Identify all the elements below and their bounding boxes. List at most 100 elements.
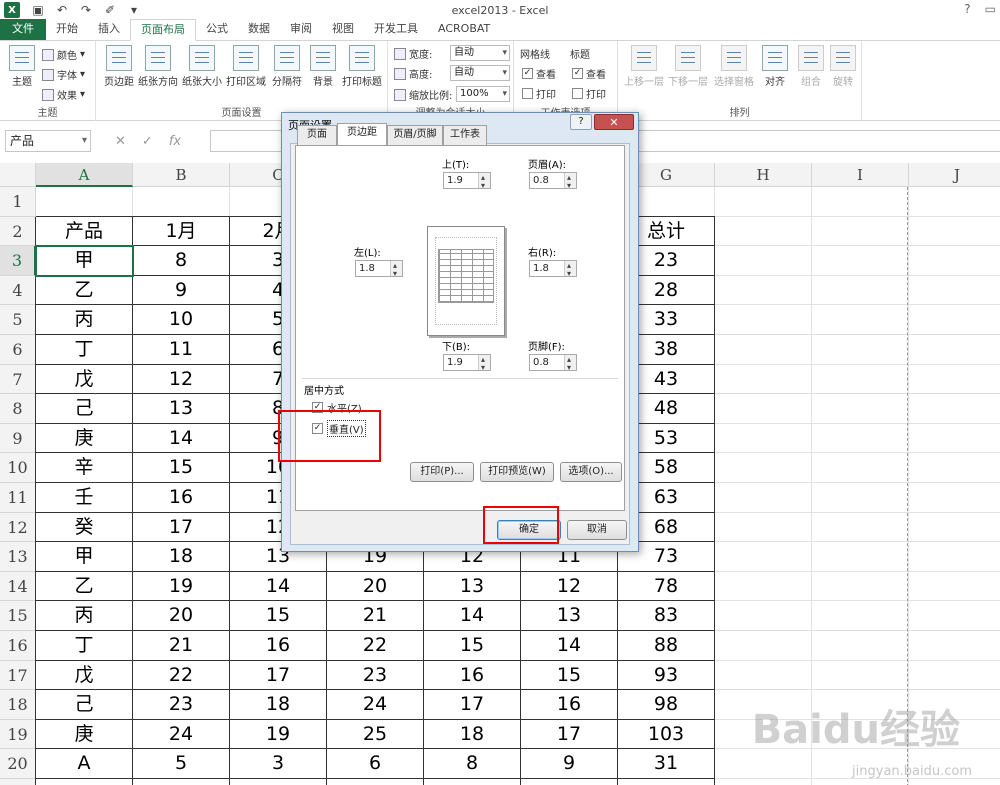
footer-spinner[interactable]: 0.8 [529,352,577,375]
table-cell[interactable]: 癸 [36,512,133,543]
center-vertically-checkbox[interactable]: ✓ 垂直(V) [312,420,366,437]
row-header-15[interactable]: 15 [0,601,36,631]
print-area-button[interactable]: 打印区域 [226,45,266,88]
sheet-cell[interactable] [812,275,909,306]
sheet-cell[interactable] [715,660,812,691]
table-cell[interactable]: 15 [133,453,230,483]
help-icon[interactable]: ? [964,2,970,16]
sheet-cell[interactable] [715,571,812,602]
print-titles-button[interactable]: 打印标题 [340,45,384,88]
table-cell[interactable]: 98 [618,690,715,720]
sheet-cell[interactable] [909,749,1000,779]
effects-button[interactable]: 效果 ▾ [42,87,85,102]
close-icon[interactable]: ✕ [594,114,634,130]
table-cell[interactable]: 6 [327,749,424,779]
top-spinner[interactable]: 1.9 [443,170,491,193]
row-header-8[interactable]: 8 [0,394,36,424]
row-header-18[interactable]: 18 [0,690,36,720]
sheet-cell[interactable] [812,601,909,631]
sheet-cell[interactable] [812,690,909,720]
tab-review[interactable]: 审阅 [280,19,322,40]
tab-view[interactable]: 视图 [322,19,364,40]
sheet-cell[interactable] [715,394,812,424]
spinner-arrows-icon[interactable] [478,170,490,193]
sheet-cell[interactable] [909,779,1000,785]
table-cell[interactable]: 12 [133,364,230,395]
sheet-cell[interactable] [909,276,1000,306]
table-cell[interactable]: 24 [133,719,230,750]
table-cell[interactable]: 93 [618,660,715,691]
table-cell[interactable]: 22 [133,660,230,691]
tab-page[interactable]: 页面 [297,125,337,145]
height-dropdown[interactable]: 自动 [450,65,510,81]
sheet-cell[interactable] [715,275,812,306]
sheet-cell[interactable] [812,216,909,247]
sheet-cell[interactable] [909,513,1000,543]
function-icon[interactable]: fx [169,134,181,149]
background-button[interactable]: 背景 [304,45,342,88]
table-cell[interactable]: 78 [618,571,715,602]
table-cell[interactable]: 丁 [36,335,133,365]
row-header-3[interactable]: 3 [0,246,36,276]
orientation-button[interactable]: 纸张方向 [138,45,178,88]
row-header-9[interactable]: 9 [0,423,36,454]
sheet-cell[interactable] [812,631,909,661]
sheet-cell[interactable] [812,394,909,424]
width-dropdown[interactable]: 自动 [450,45,510,61]
tab-acrobat[interactable]: ACROBAT [428,19,500,40]
sheet-cell[interactable] [812,542,909,572]
selection-pane-button[interactable]: 选择窗格 [712,45,756,88]
table-cell[interactable]: 壬 [36,483,133,513]
table-cell[interactable]: 21 [133,631,230,661]
sheet-cell[interactable] [812,246,909,276]
column-header-h[interactable]: H [715,163,812,187]
sheet-cell[interactable] [909,217,1000,247]
table-cell[interactable]: 18 [230,690,327,720]
row-header-13[interactable]: 13 [0,542,36,572]
table-cell[interactable]: 23 [133,690,230,720]
table-cell[interactable]: 22 [327,631,424,661]
table-cell[interactable]: 14 [521,631,618,661]
sheet-cell[interactable] [715,423,812,454]
sheet-cell[interactable] [909,542,1000,572]
tab-home[interactable]: 开始 [46,19,88,40]
table-cell[interactable]: 17 [133,512,230,543]
table-cell[interactable]: 3 [230,749,327,779]
sheet-cell[interactable] [715,779,812,785]
table-cell[interactable]: 戊 [36,660,133,691]
table-cell[interactable]: 8 [133,246,230,276]
sheet-cell[interactable] [812,364,909,395]
undo-icon[interactable]: ↶ [54,3,70,17]
table-cell[interactable]: 18 [133,542,230,572]
sheet-cell[interactable] [812,335,909,365]
table-cell[interactable]: A [36,749,133,779]
sheet-cell[interactable] [909,601,1000,631]
table-cell[interactable]: 5 [133,749,230,779]
right-spinner[interactable]: 1.8 [529,258,577,281]
save-icon[interactable]: ▣ [30,3,46,17]
table-cell[interactable]: 产品 [36,216,133,247]
table-cell[interactable]: 11 [133,335,230,365]
table-cell[interactable]: 庚 [36,719,133,750]
align-button[interactable]: 对齐 [756,45,794,88]
rotate-button[interactable]: 旋转 [824,45,862,88]
table-cell[interactable]: 甲 [36,542,133,572]
sheet-cell[interactable] [715,453,812,483]
sheet-cell[interactable] [812,512,909,543]
spinner-arrows-icon[interactable] [564,258,576,281]
table-cell[interactable]: 庚 [36,423,133,454]
touch-icon[interactable]: ✐ [102,3,118,17]
table-cell[interactable]: 12 [521,571,618,602]
sheet-cell[interactable] [909,305,1000,335]
table-cell[interactable]: 31 [618,749,715,779]
table-cell[interactable]: 17 [521,719,618,750]
sheet-cell[interactable] [715,246,812,276]
customize-icon[interactable]: ▾ [126,3,142,17]
table-cell[interactable]: B [36,779,133,785]
sheet-cell[interactable] [812,423,909,454]
table-cell[interactable]: 20 [133,601,230,631]
sheet-cell[interactable] [812,305,909,335]
table-cell[interactable]: 24 [327,690,424,720]
table-cell[interactable]: 83 [618,601,715,631]
table-cell[interactable]: 19 [133,571,230,602]
